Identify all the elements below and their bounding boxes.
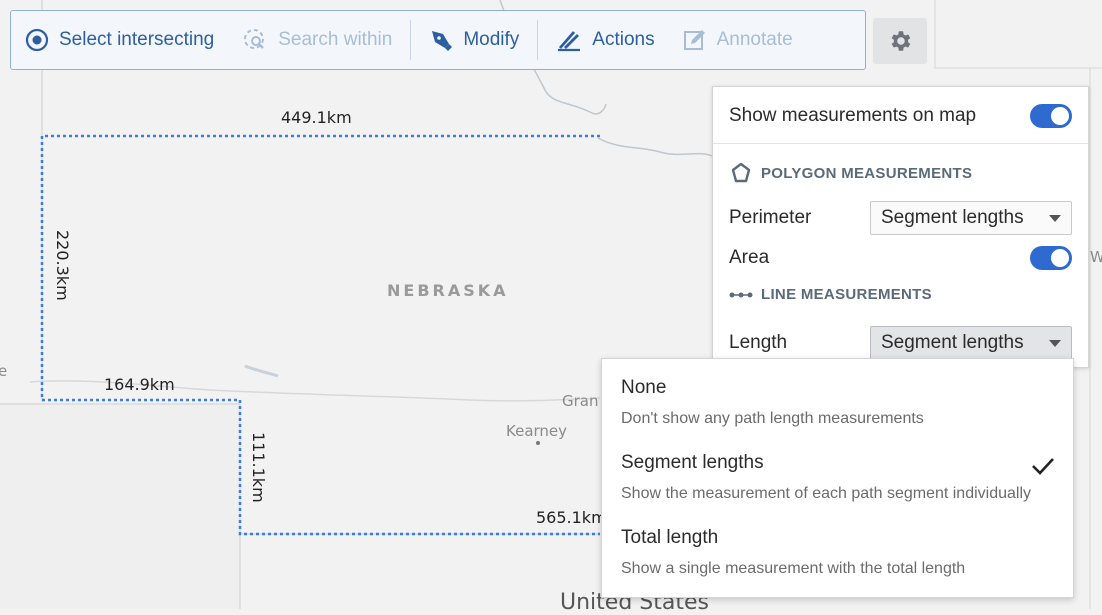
- option-description: Show a single measurement with the total…: [621, 560, 966, 577]
- map-left-edge-label: e: [0, 362, 8, 380]
- select-intersecting-label: Select intersecting: [59, 29, 215, 50]
- option-description: Show the measurement of each path segmen…: [621, 485, 1032, 502]
- length-label: Length: [729, 332, 788, 353]
- state-label: NEBRASKA: [387, 281, 509, 300]
- dropdown-option-total-length[interactable]: Total length Show a single measurement w…: [602, 519, 1073, 593]
- actions-icon: [558, 31, 581, 52]
- perimeter-row: Perimeter Segment lengths: [729, 200, 1072, 236]
- modify-label: Modify: [463, 29, 520, 50]
- checkmark-icon: [1032, 458, 1054, 475]
- dropdown-option-none[interactable]: None Don't show any path length measurem…: [602, 369, 1073, 443]
- option-label: None: [621, 377, 667, 398]
- perimeter-select[interactable]: Segment lengths: [870, 201, 1072, 235]
- measurement-bottom: 565.1km: [536, 508, 607, 527]
- map-toolbar: Select intersecting Search within Modify…: [10, 10, 866, 70]
- toolbar-divider: [410, 20, 412, 60]
- toggle-knob: [1051, 249, 1069, 267]
- measurement-left: 220.3km: [53, 230, 72, 301]
- target-icon: [25, 28, 49, 52]
- caret-down-icon: [1049, 339, 1061, 347]
- option-label: Total length: [621, 527, 719, 548]
- measurement-mid-left: 164.9km: [104, 375, 175, 394]
- caret-down-icon: [1049, 214, 1061, 222]
- toggle-knob: [1051, 107, 1069, 125]
- length-select-value: Segment lengths: [881, 332, 1024, 353]
- settings-button[interactable]: [873, 18, 927, 64]
- search-within-icon: [244, 29, 265, 49]
- modify-button[interactable]: Modify: [415, 11, 533, 69]
- toolbar-divider: [537, 20, 539, 60]
- length-row: Length Segment lengths: [729, 325, 1072, 361]
- dropdown-option-segment-lengths[interactable]: Segment lengths Show the measurement of …: [602, 444, 1073, 518]
- polygon-measurements-heading: POLYGON MEASUREMENTS: [729, 161, 972, 185]
- annotate-label: Annotate: [716, 29, 793, 50]
- show-measurements-label: Show measurements on map: [729, 105, 977, 126]
- line-measurements-heading-text: LINE MEASUREMENTS: [761, 286, 932, 303]
- option-label: Segment lengths: [621, 452, 764, 473]
- area-label: Area: [729, 247, 770, 268]
- actions-label: Actions: [592, 29, 655, 50]
- line-dots-icon: [729, 292, 753, 297]
- area-toggle[interactable]: [1030, 246, 1072, 270]
- option-description: Don't show any path length measurements: [621, 410, 924, 427]
- annotate-button[interactable]: Annotate: [669, 11, 807, 69]
- area-row: Area: [729, 243, 1072, 273]
- annotate-icon: [683, 30, 705, 50]
- polygon-measurements-heading-text: POLYGON MEASUREMENTS: [761, 164, 973, 182]
- city-label-gran: Gran: [562, 392, 599, 410]
- search-within-label: Search within: [278, 29, 393, 50]
- city-label-kearney: Kearney: [506, 422, 568, 440]
- pen-nib-icon: [432, 31, 453, 51]
- actions-button[interactable]: Actions: [542, 11, 668, 69]
- polygon-icon: [731, 162, 751, 183]
- gear-icon: [891, 31, 911, 51]
- length-dropdown-menu: None Don't show any path length measurem…: [601, 358, 1074, 598]
- measurement-settings-panel: Show measurements on map POLYGON MEASURE…: [712, 86, 1089, 368]
- show-measurements-toggle[interactable]: [1030, 104, 1072, 128]
- perimeter-select-value: Segment lengths: [881, 207, 1024, 228]
- search-within-button[interactable]: Search within: [228, 11, 406, 69]
- measurement-step: 111.1km: [249, 432, 268, 503]
- panel-divider: [713, 143, 1088, 144]
- measurement-top: 449.1km: [281, 108, 352, 127]
- line-measurements-heading: LINE MEASUREMENTS: [729, 286, 932, 303]
- perimeter-label: Perimeter: [729, 207, 812, 228]
- map-edge-label: W: [1090, 248, 1102, 266]
- select-intersecting-button[interactable]: Select intersecting: [11, 11, 228, 69]
- show-measurements-row: Show measurements on map: [729, 101, 1072, 131]
- length-select[interactable]: Segment lengths: [870, 326, 1072, 360]
